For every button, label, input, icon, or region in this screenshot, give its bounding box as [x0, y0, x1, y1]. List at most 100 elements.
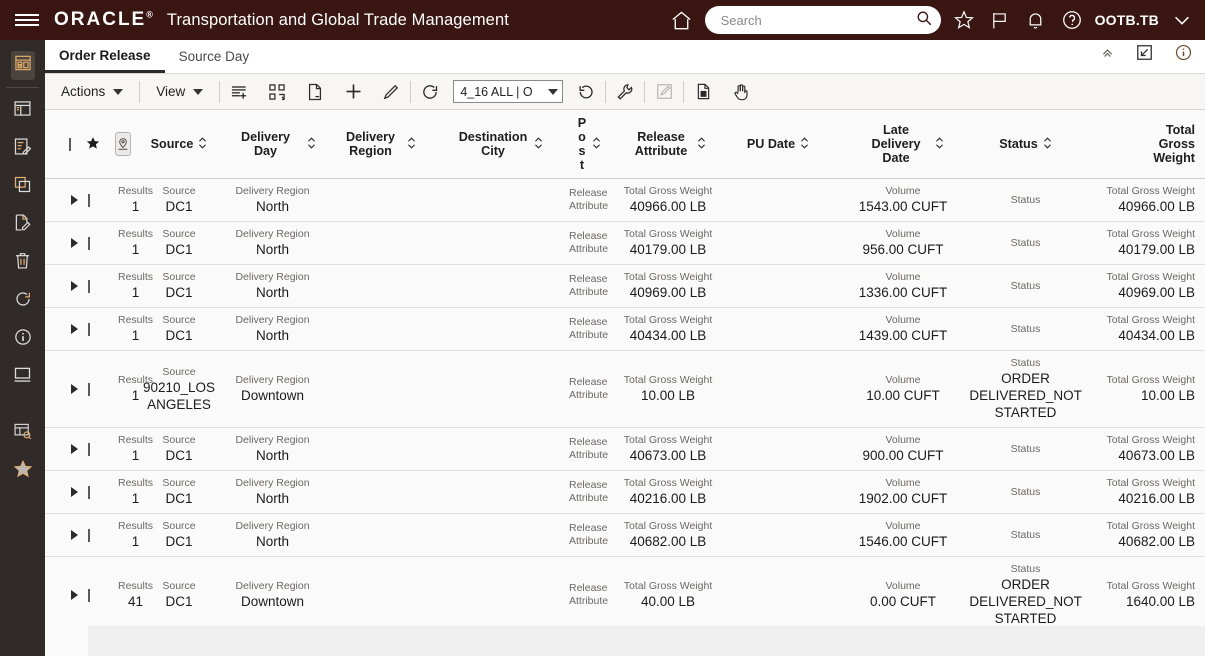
- saved-search-select[interactable]: 4_16 ALL | O: [453, 80, 564, 103]
- table-row[interactable]: Results 1 Source 90210_LOS ANGELES Delivery …: [45, 350, 1205, 428]
- sidebar-item-dashboard-grid[interactable]: [0, 46, 45, 84]
- row-expand-icon[interactable]: [71, 324, 78, 334]
- table-cell: Volume 10.00 CUFT: [833, 350, 973, 428]
- row-select-cell[interactable]: Results1: [45, 221, 153, 265]
- table-row[interactable]: Results 1 Source DC1 Delivery Region North Rel…: [45, 307, 1205, 351]
- select-all-checkbox[interactable]: [69, 137, 71, 151]
- header-delivery-region[interactable]: Delivery Region: [320, 110, 435, 179]
- search-box[interactable]: [704, 6, 941, 34]
- table-row[interactable]: Results 1 Source DC1 Delivery Region North Rel…: [45, 264, 1205, 308]
- table-row[interactable]: Results 1 Source DC1 Delivery Region North Rel…: [45, 178, 1205, 222]
- row-select-cell[interactable]: Results 41: [45, 556, 153, 634]
- sidebar-item-info[interactable]: [0, 320, 45, 358]
- header-late-delivery-date[interactable]: Late Delivery Date: [833, 110, 973, 179]
- row-select-cell[interactable]: Results1: [45, 470, 153, 514]
- hand-icon[interactable]: [722, 77, 760, 107]
- row-checkbox[interactable]: [88, 322, 90, 336]
- sidebar-item-layout-panel[interactable]: [0, 92, 45, 130]
- table-row[interactable]: Results 1 Source DC1 Delivery Region North Rel…: [45, 427, 1205, 471]
- row-checkbox[interactable]: [88, 279, 90, 293]
- row-expand-icon[interactable]: [71, 487, 78, 497]
- row-select-cell[interactable]: Results1: [45, 307, 153, 351]
- chevron-down-icon[interactable]: [1169, 7, 1195, 33]
- sidebar-item-monitor[interactable]: [0, 358, 45, 396]
- search-input[interactable]: [718, 11, 915, 29]
- row-select-cell[interactable]: Results1: [45, 513, 153, 557]
- sidebar-item-table-search[interactable]: [0, 414, 45, 452]
- table-row[interactable]: Results 1 Source DC1 Delivery Region North Rel…: [45, 221, 1205, 265]
- plus-icon[interactable]: [334, 77, 372, 107]
- sort-icon[interactable]: [935, 136, 944, 153]
- sort-icon[interactable]: [534, 136, 543, 153]
- add-rows-icon[interactable]: [220, 77, 258, 107]
- star-icon[interactable]: [951, 7, 977, 33]
- refresh-circle-icon[interactable]: [567, 77, 605, 107]
- row-select-cell[interactable]: Results1: [45, 350, 153, 428]
- star-filled-icon[interactable]: [85, 135, 101, 154]
- sort-icon[interactable]: [198, 136, 207, 153]
- search-icon[interactable]: [915, 9, 933, 32]
- sidebar-item-edit-list[interactable]: [0, 130, 45, 168]
- sidebar-item-trash[interactable]: [0, 244, 45, 282]
- sort-icon[interactable]: [697, 136, 706, 153]
- header-total-gross-weight[interactable]: Total Gross Weight: [1078, 110, 1205, 179]
- row-checkbox[interactable]: [88, 588, 90, 602]
- table-row[interactable]: Results 41 Source DC1 Delivery Region Downtow…: [45, 556, 1205, 634]
- table-row[interactable]: Results 1 Source DC1 Delivery Region North Rel…: [45, 470, 1205, 514]
- row-expand-icon[interactable]: [71, 238, 78, 248]
- bell-icon[interactable]: [1023, 7, 1049, 33]
- row-checkbox[interactable]: [88, 382, 90, 396]
- row-select-cell[interactable]: Results1: [45, 178, 153, 222]
- row-select-cell[interactable]: Results1: [45, 427, 153, 471]
- wrench-icon[interactable]: [606, 77, 644, 107]
- detach-group-icon[interactable]: [258, 77, 296, 107]
- row-expand-icon[interactable]: [71, 530, 78, 540]
- tab-order-release[interactable]: Order Release: [45, 40, 165, 73]
- row-select-cell[interactable]: Results1: [45, 264, 153, 308]
- sort-icon[interactable]: [592, 136, 601, 153]
- user-account-label[interactable]: OOTB.TB: [1095, 12, 1159, 28]
- tab-source-day[interactable]: Source Day: [165, 40, 264, 73]
- row-expand-icon[interactable]: [71, 195, 78, 205]
- reload-icon[interactable]: [411, 77, 449, 107]
- table-row[interactable]: Results 1 Source DC1 Delivery Region North Rel…: [45, 513, 1205, 557]
- sort-icon[interactable]: [407, 136, 416, 153]
- header-pu-date[interactable]: PU Date: [723, 110, 833, 179]
- home-icon[interactable]: [669, 7, 695, 33]
- remove-document-icon[interactable]: [296, 77, 334, 107]
- row-checkbox[interactable]: [88, 485, 90, 499]
- map-pin-icon[interactable]: [115, 132, 131, 156]
- header-delivery-day[interactable]: Delivery Day: [225, 110, 320, 179]
- view-menu-button[interactable]: View: [140, 80, 219, 104]
- row-checkbox[interactable]: [88, 236, 90, 250]
- row-checkbox[interactable]: [88, 193, 90, 207]
- header-destination-city[interactable]: Destination City: [435, 110, 565, 179]
- sidebar-item-document-edit[interactable]: [0, 206, 45, 244]
- sidebar-item-refresh[interactable]: [0, 282, 45, 320]
- sort-icon[interactable]: [800, 136, 809, 153]
- duplicate-document-icon[interactable]: [684, 77, 722, 107]
- header-post[interactable]: Post: [565, 110, 613, 179]
- row-expand-icon[interactable]: [71, 384, 78, 394]
- help-icon[interactable]: [1059, 7, 1085, 33]
- collapse-up-icon[interactable]: [1100, 46, 1115, 65]
- sort-icon[interactable]: [1043, 136, 1052, 153]
- header-source[interactable]: Source: [133, 110, 225, 179]
- flag-icon[interactable]: [987, 7, 1013, 33]
- row-expand-icon[interactable]: [71, 444, 78, 454]
- header-status[interactable]: Status: [973, 110, 1078, 179]
- header-release-attribute[interactable]: Release Attribute: [613, 110, 723, 179]
- row-expand-icon[interactable]: [71, 590, 78, 600]
- row-expand-icon[interactable]: [71, 281, 78, 291]
- sidebar-item-favorites-star[interactable]: [0, 452, 45, 490]
- info-circle-icon[interactable]: [1174, 43, 1193, 67]
- sort-icon[interactable]: [307, 136, 316, 153]
- restore-down-icon[interactable]: [1135, 43, 1154, 67]
- sidebar-item-copy[interactable]: [0, 168, 45, 206]
- edit-pencil-icon[interactable]: [372, 77, 410, 107]
- row-checkbox[interactable]: [88, 442, 90, 456]
- cell-value: DC1: [165, 242, 193, 257]
- row-checkbox[interactable]: [88, 528, 90, 542]
- actions-menu-button[interactable]: Actions: [45, 80, 139, 104]
- hamburger-icon[interactable]: [0, 0, 54, 40]
